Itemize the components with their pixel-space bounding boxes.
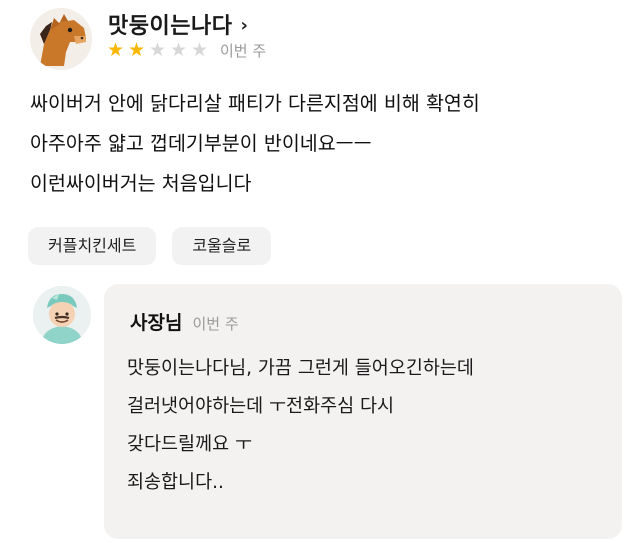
owner-reply-line: 갖다드릴께요 ㅜ (127, 434, 253, 455)
owner-reply-line: 맛둥이는나다님, 가끔 그런게 들어오긴하는데 (127, 358, 474, 379)
review-card: 맛둥이는나다 › ★ ★ ★ ★ ★ 이번 주 싸이버거 안에 닭다리살 패티가 다른지… (0, 0, 636, 543)
star-icon: ★ (169, 39, 188, 61)
owner-avatar (33, 286, 91, 344)
star-rating: ★ ★ ★ ★ ★ (105, 41, 210, 60)
star-icon: ★ (106, 39, 125, 61)
owner-name: 사장님 (130, 312, 183, 334)
ordered-menu-tags: 커플치킨세트 코울슬로 (28, 227, 272, 265)
star-icon: ★ (148, 39, 167, 61)
owner-reply-line: 죄송합니다.. (127, 472, 224, 493)
review-text-line: 아주아주 얇고 껍데기부분이 반이네요ㅡㅡ (30, 132, 372, 155)
owner-reply-line: 걸러냇어야하는데 ㅜ전화주심 다시 (127, 396, 395, 417)
owner-reply-header: 사장님 이번 주 (130, 308, 239, 335)
reviewer-name: 맛둥이는나다 (108, 14, 233, 39)
star-icon: ★ (190, 39, 209, 61)
chef-avatar-icon (33, 286, 91, 344)
review-text: 싸이버거 안에 닭다리살 패티가 다른지점에 비해 확연히 아주아주 얇고 껍데… (30, 84, 620, 204)
owner-reply-bubble: 사장님 이번 주 맛둥이는나다님, 가끔 그런게 들어오긴하는데 걸러냇어야하는… (104, 284, 622, 539)
reviewer-avatar[interactable] (30, 8, 92, 70)
menu-tag[interactable]: 커플치킨세트 (28, 227, 157, 265)
owner-reply-time: 이번 주 (192, 315, 239, 333)
review-text-line: 이런싸이버거는 처음입니다 (30, 172, 252, 195)
owner-reply-text: 맛둥이는나다님, 가끔 그런게 들어오긴하는데 걸러냇어야하는데 ㅜ전화주심 다… (127, 350, 474, 502)
menu-tag[interactable]: 코울슬로 (172, 227, 272, 265)
chevron-right-icon: › (240, 14, 248, 36)
star-icon: ★ (127, 39, 146, 61)
review-time: 이번 주 (220, 42, 267, 60)
horse-avatar-icon (30, 8, 92, 70)
review-text-line: 싸이버거 안에 닭다리살 패티가 다른지점에 비해 확연히 (30, 92, 480, 115)
reviewer-profile-link[interactable]: 맛둥이는나다 › (108, 8, 248, 40)
rating-row: ★ ★ ★ ★ ★ 이번 주 (105, 40, 266, 61)
